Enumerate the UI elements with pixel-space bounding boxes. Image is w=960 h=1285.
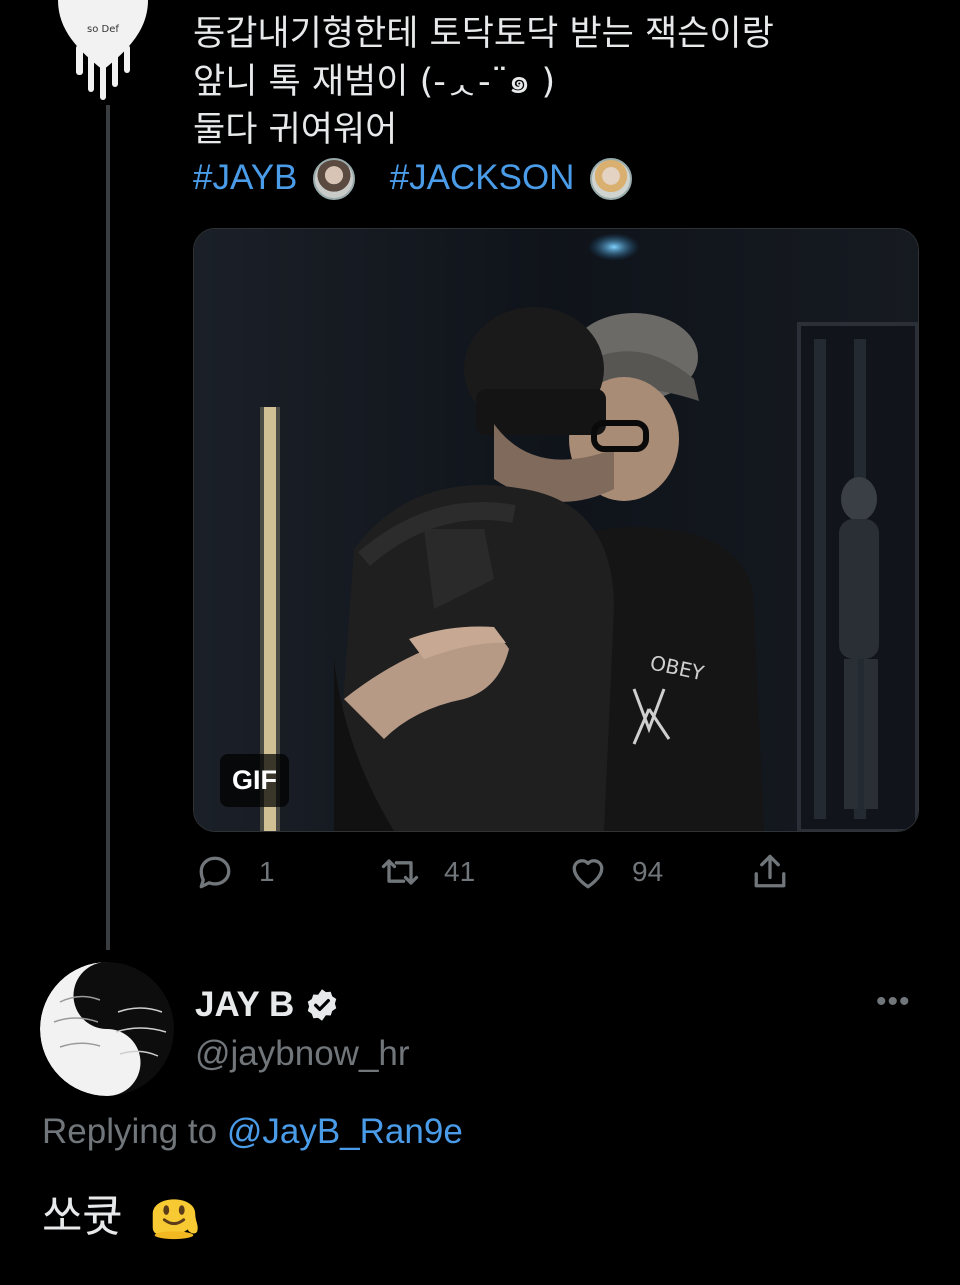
share-action[interactable] (748, 850, 814, 894)
thread-connector-line (106, 105, 110, 950)
hashtag-row: #JAYB #JACKSON (193, 154, 774, 202)
replying-prefix: Replying to (42, 1112, 218, 1151)
more-options-icon[interactable]: ••• (876, 985, 911, 1019)
tweet-line-3: 둘다 귀여워어 (193, 110, 398, 150)
jayb-hashflag-icon (312, 158, 355, 200)
reply-count: 1 (259, 856, 275, 887)
gif-badge: GIF (220, 754, 289, 807)
retweet-action[interactable]: 41 (378, 850, 475, 894)
tweet-action-bar: 1 41 94 (193, 850, 813, 900)
tweet-media-gif[interactable]: OBEY GIF (193, 228, 919, 832)
comment-icon (199, 856, 231, 889)
reply-body: 쏘큣 (42, 1180, 203, 1244)
svg-text:so Def: so Def (87, 24, 119, 35)
tweet-line-2: 앞니 톡 재범이 (-ᆺ-¨๑ ) (193, 62, 556, 102)
melting-face-emoji (152, 1199, 198, 1240)
replying-to-line: Replying to @JayB_Ran9e (42, 1112, 463, 1152)
like-count: 94 (632, 856, 664, 887)
replying-mention-link[interactable]: @JayB_Ran9e (227, 1112, 463, 1151)
reply-text: 쏘큣 (42, 1191, 123, 1242)
share-icon (754, 854, 786, 888)
hashtag-jackson[interactable]: #JACKSON (390, 158, 575, 197)
verified-badge-icon (308, 989, 337, 1021)
reply-author-name[interactable]: JAY B (195, 985, 340, 1025)
hashtag-jayb[interactable]: #JAYB (193, 158, 297, 197)
tweet-thread-screen: so Def 동갑내기형한테 토닥토닥 받는 잭슨이랑 앞니 톡 재범이 (-ᆺ… (0, 0, 960, 1285)
like-action[interactable]: 94 (566, 850, 663, 894)
jackson-hashflag-icon (589, 158, 632, 200)
retweet-count: 41 (444, 856, 476, 887)
tweet-line-1: 동갑내기형한테 토닥토닥 받는 잭슨이랑 (193, 14, 774, 54)
reply-author-handle[interactable]: @jaybnow_hr (195, 1034, 410, 1074)
heart-icon (572, 859, 604, 889)
tweet-body: 동갑내기형한테 토닥토닥 받는 잭슨이랑 앞니 톡 재범이 (-ᆺ-¨๑ ) 둘… (193, 10, 774, 202)
reply-author-avatar[interactable] (40, 962, 174, 1096)
top-author-avatar[interactable]: so Def (48, 0, 158, 100)
retweet-icon (381, 859, 419, 885)
author-display-name: JAY B (195, 985, 295, 1024)
reply-action[interactable]: 1 (193, 850, 275, 894)
